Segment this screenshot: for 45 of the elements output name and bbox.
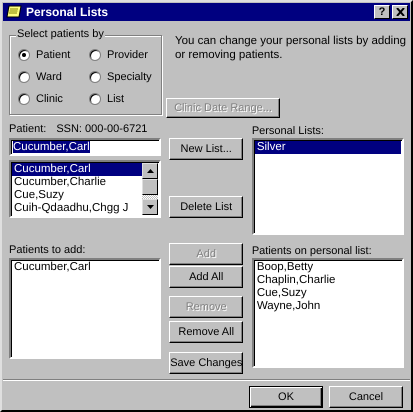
list-item[interactable]: Cuih-Qdaadhu,Chgg J [12,202,142,215]
notepad-icon [6,5,22,19]
patients-to-add-label: Patients to add: [9,244,86,257]
radio-button[interactable] [18,49,30,61]
radio-button[interactable] [89,93,101,105]
radio-button[interactable] [18,93,30,105]
down-arrow-icon[interactable] [146,205,154,209]
group-label: Select patients by [16,28,105,40]
radio-label[interactable]: List [107,93,124,105]
dialog-button[interactable]: OK [249,386,323,408]
radio-label[interactable]: Patient [36,49,70,61]
personal-lists-label: Personal Lists: [252,125,325,138]
radio-label[interactable]: Specialty [107,71,152,83]
list-action-button[interactable]: New List... [169,138,244,160]
list-action-button[interactable]: Delete List [169,196,244,218]
transfer-button[interactable]: Remove All [169,321,244,343]
scrollbar[interactable] [142,163,158,215]
radio-label[interactable]: Clinic [36,93,63,105]
list-item[interactable]: Silver [254,141,402,154]
list-item[interactable]: Cucumber,Charlie [12,176,142,189]
window-title: Personal Lists [26,5,110,19]
patient-label: Patient: [9,123,46,136]
list-item[interactable]: Boop,Betty [254,261,402,274]
up-arrow-icon[interactable] [146,169,154,173]
dialog-button[interactable]: Cancel [329,386,403,408]
list-item[interactable]: Cue,Suzy [12,189,142,202]
radio-button[interactable] [18,71,30,83]
radio-label[interactable]: Ward [36,71,62,83]
ssn-text: SSN: 000-00-6721 [56,123,148,136]
list-item[interactable]: Cucumber,Carl [12,163,142,176]
close-button[interactable] [392,5,408,19]
list-item[interactable]: Wayne,John [254,300,402,313]
radio-label[interactable]: Provider [107,49,148,61]
transfer-button[interactable]: Add All [169,266,244,288]
radio-button[interactable] [89,49,101,61]
help-button[interactable]: ? [374,5,390,19]
info-text: You can change your personal lists by adding or removing patients. [175,34,408,62]
patients-on-list-label: Patients on personal list: [252,245,373,258]
transfer-button[interactable]: Save Changes [169,352,244,374]
list-item[interactable]: Cucumber,Carl [12,261,158,274]
list-item[interactable]: Cue,Suzy [254,287,402,300]
close-icon[interactable] [396,8,404,16]
radio-button[interactable] [89,71,101,83]
list-item[interactable]: Chaplin,Charlie [254,274,402,287]
patient-field[interactable]: Cucumber,Carl [9,138,162,156]
